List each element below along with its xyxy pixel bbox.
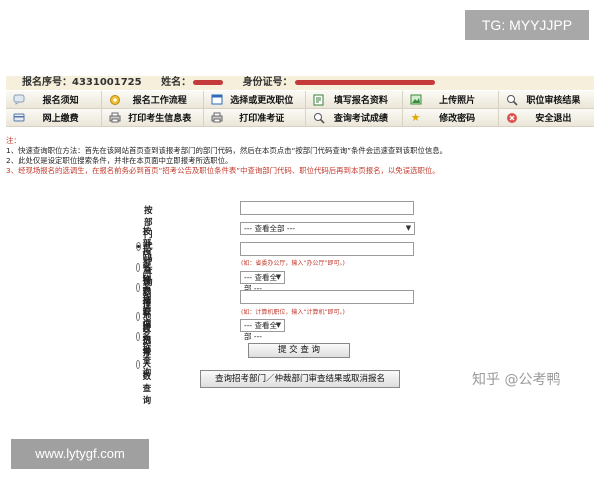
nav-item-label: 报名须知: [42, 96, 79, 106]
position-name-input[interactable]: [240, 290, 414, 304]
magnifier-icon: [312, 112, 326, 124]
printer-icon: [210, 112, 224, 124]
nav-menu: 报名须知 报名工作流程 选择或更改职位 填写报名资料 上传照片 职位审核结果 网…: [6, 91, 594, 127]
nav-item-registration-notice[interactable]: 报名须知: [6, 91, 102, 108]
nav-item-review-result[interactable]: 职位审核结果: [498, 91, 594, 108]
dept-select-value: --- 查看全部 ---: [244, 224, 296, 233]
dept-name-input[interactable]: [240, 242, 414, 256]
nav-item-print-info[interactable]: 打印考生信息表: [102, 109, 204, 126]
nav-item-print-ticket[interactable]: 打印准考证: [204, 109, 306, 126]
redacted-id-number: [294, 79, 435, 85]
position-name-hint: (如：计算机职位，输入“计算机”即可。): [241, 309, 345, 316]
note-line-2: 2、此处仅是设定职位搜索条件，并非在本页面中立即报考所选职位。: [6, 156, 233, 165]
applicants-value: --- 查看全部 ---: [244, 321, 278, 341]
nav-item-upload-photo[interactable]: 上传照片: [402, 91, 498, 108]
note-line-3: 3、经现场报名的选调生，在报名前务必到首页“招考公告及职位条件表”中查询部门代码…: [6, 166, 440, 175]
radio-row-applicants[interactable]: 按招考人数查询: [136, 322, 157, 406]
dept-name-hint: (如：省委办公厅，输入“办公厅”即可。): [241, 260, 345, 267]
window-icon: [210, 94, 224, 106]
chevron-down-icon: ▼: [275, 273, 282, 281]
chat-bubble-icon: [12, 94, 26, 106]
redacted-name: [193, 79, 224, 85]
printer-icon: [108, 112, 122, 124]
nav-item-change-password[interactable]: ★ 修改密码: [402, 109, 498, 126]
dept-select-dropdown[interactable]: --- 查看全部 --- ▼: [240, 222, 415, 235]
watermark-zhihu: 知乎 @公考鸭: [472, 372, 561, 388]
payment-card-icon: [12, 112, 26, 124]
nav-item-workflow[interactable]: 报名工作流程: [102, 91, 204, 108]
nav-item-label: 修改密码: [439, 114, 476, 124]
reg-no-value: 4331001725: [72, 77, 142, 88]
dept-code-input[interactable]: [240, 201, 414, 215]
nav-item-choose-position[interactable]: 选择或更改职位: [204, 91, 306, 108]
nav-item-label: 查询考试成绩: [333, 114, 388, 124]
chevron-down-icon: ▼: [405, 224, 412, 232]
exit-icon: [505, 112, 519, 124]
chevron-down-icon: ▼: [275, 321, 282, 329]
nav-item-label: 填写报名资料: [333, 96, 388, 106]
applicants-label: 按招考人数查询: [142, 324, 152, 406]
nav-item-label: 选择或更改职位: [230, 96, 294, 106]
submit-query-button[interactable]: 提 交 查 询: [248, 343, 350, 358]
nav-item-label: 报名工作流程: [132, 96, 187, 106]
watermark-bottom: www.lytygf.com: [11, 439, 149, 469]
watermark-top: TG: MYYJJPP: [465, 10, 589, 40]
radio-applicants[interactable]: [136, 359, 140, 369]
nav-item-online-payment[interactable]: 网上缴费: [6, 109, 102, 126]
id-label: 身份证号：: [242, 77, 293, 88]
edit-form-icon: [312, 94, 326, 106]
applicants-dropdown[interactable]: --- 查看全部 --- ▼: [240, 319, 285, 341]
applicant-info-bar: 报名序号：4331001725 姓名： 身份证号：: [6, 76, 594, 90]
star-icon: ★: [410, 110, 421, 124]
note-line-1: 1、快速查询职位方法：首先在该网站首页查到该报考部门的部门代码，然后在本页点击“…: [6, 146, 448, 155]
nav-item-label: 网上缴费: [42, 114, 79, 124]
nav-item-label: 打印准考证: [239, 114, 285, 124]
nav-item-label: 上传照片: [439, 96, 476, 106]
nav-item-fill-form[interactable]: 填写报名资料: [306, 91, 402, 108]
photo-icon: [409, 94, 423, 106]
notes-section: 注： 1、快速查询职位方法：首先在该网站首页查到该报考部门的部门代码，然后在本页…: [6, 136, 594, 176]
notes-heading: 注：: [6, 136, 21, 145]
nav-item-query-score[interactable]: 查询考试成绩: [306, 109, 402, 126]
name-label: 姓名：: [161, 77, 192, 88]
gear-icon: [108, 94, 122, 106]
reg-no-label: 报名序号：: [22, 77, 72, 88]
nav-item-label: 职位审核结果: [526, 96, 581, 106]
query-review-button[interactable]: 查询招考部门／仲裁部门审查结果或取消报名: [200, 370, 400, 388]
nav-item-label: 安全退出: [535, 114, 572, 124]
region-dropdown[interactable]: --- 查看全部 --- ▼: [240, 271, 285, 293]
magnifier-icon: [505, 94, 519, 106]
nav-item-logout[interactable]: 安全退出: [498, 109, 594, 126]
nav-item-label: 打印考生信息表: [128, 114, 192, 124]
